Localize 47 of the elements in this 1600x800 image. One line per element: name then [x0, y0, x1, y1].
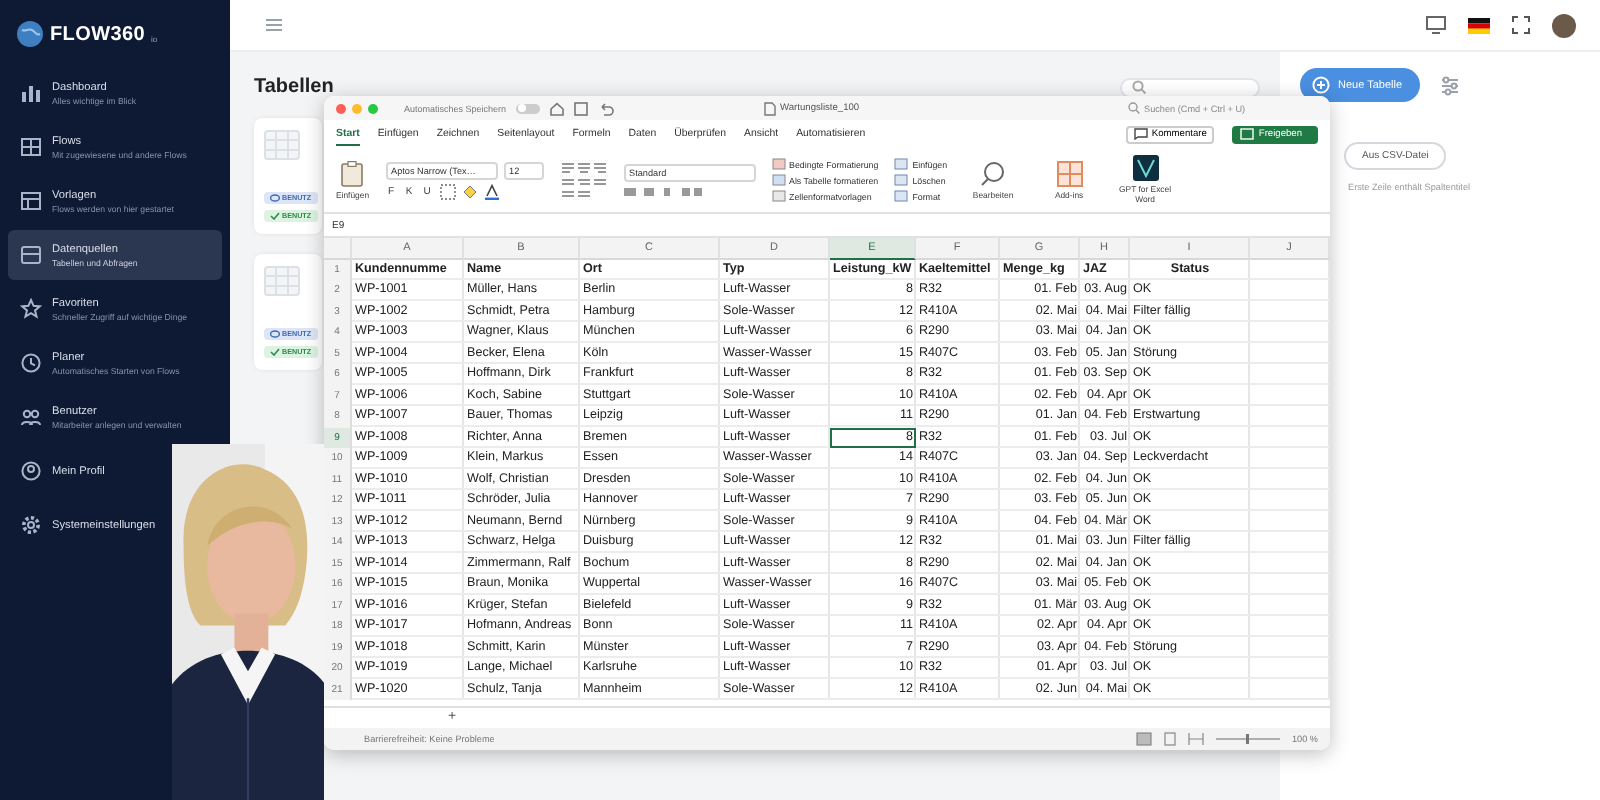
check-icon	[270, 212, 280, 220]
settings-icon[interactable]	[1440, 75, 1461, 95]
monitor-icon[interactable]	[1426, 16, 1446, 34]
fill-color-icon[interactable]	[461, 183, 478, 199]
borders-icon[interactable]	[439, 183, 456, 199]
star-icon	[20, 298, 42, 320]
home-icon[interactable]	[550, 101, 565, 115]
font-color-icon[interactable]	[483, 183, 500, 199]
users-icon	[20, 406, 42, 428]
user-icon	[20, 460, 42, 482]
app-logo-icon	[1131, 154, 1160, 183]
comment-icon	[1133, 128, 1148, 140]
gear-icon	[20, 514, 42, 536]
flag-icon[interactable]	[1468, 17, 1490, 33]
grid-icon	[264, 130, 300, 160]
grid-icon	[20, 136, 42, 158]
save-icon[interactable]	[574, 101, 589, 115]
file-icon	[764, 101, 777, 115]
layout-icon	[20, 190, 42, 212]
page-layout-icon[interactable]	[1161, 732, 1178, 746]
check-icon	[270, 348, 280, 356]
alignment-icons[interactable]	[559, 160, 608, 200]
grid-icon	[264, 266, 300, 296]
zoom-button[interactable]	[368, 103, 378, 113]
close-button[interactable]	[336, 103, 346, 113]
clock-icon	[20, 352, 42, 374]
search-icon	[979, 159, 1008, 188]
page-title: Tabellen	[254, 76, 334, 98]
autosave-toggle[interactable]	[516, 103, 541, 113]
table-icon	[20, 244, 42, 266]
share-icon	[1240, 128, 1255, 140]
globe-icon	[16, 20, 44, 48]
grid-icon	[1055, 159, 1084, 188]
chart-icon	[20, 82, 42, 104]
clipboard-icon	[339, 160, 366, 188]
normal-view-icon[interactable]	[1135, 732, 1152, 746]
fullscreen-icon[interactable]	[1512, 16, 1530, 34]
logo-text: FLOW360	[50, 23, 146, 45]
minimize-button[interactable]	[352, 103, 362, 113]
search-icon	[1132, 80, 1146, 94]
search-icon	[1128, 102, 1140, 114]
undo-icon[interactable]	[598, 101, 615, 115]
page-break-icon[interactable]	[1187, 732, 1204, 746]
avatar[interactable]	[1552, 13, 1576, 37]
menu-icon[interactable]	[266, 18, 282, 32]
zoom-slider-icon[interactable]	[1213, 732, 1282, 746]
search-field[interactable]	[1120, 77, 1260, 97]
